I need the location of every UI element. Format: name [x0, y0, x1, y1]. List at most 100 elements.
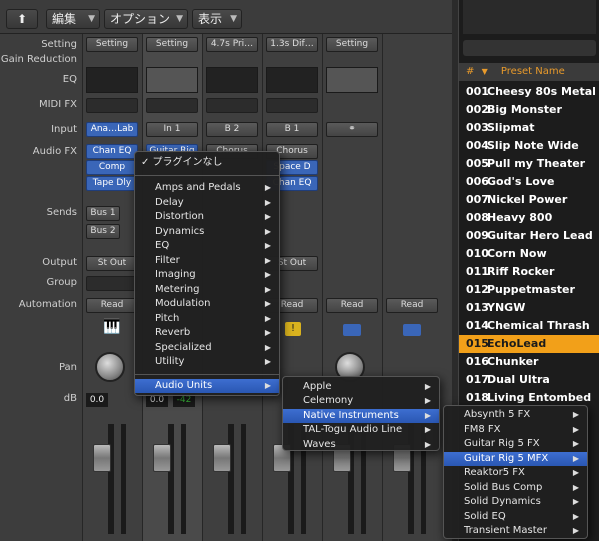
menu-item[interactable]: Pitch ▶: [135, 312, 279, 326]
menu-item[interactable]: Solid Dynamics ▶: [444, 495, 587, 509]
view-menu-label: 表示: [198, 12, 223, 26]
preset-name: Heavy 800: [487, 211, 553, 224]
options-menu-button[interactable]: オプション ▼: [104, 9, 188, 29]
edit-menu-button[interactable]: 編集 ▼: [46, 9, 100, 29]
preset-row[interactable]: 003Slipmat: [459, 119, 599, 137]
menu-item[interactable]: FM8 FX ▶: [444, 423, 587, 437]
send-slot[interactable]: Bus 1: [86, 206, 120, 221]
input-slot[interactable]: B 2: [206, 122, 258, 137]
preset-row[interactable]: 016Chunker: [459, 353, 599, 371]
eq-thumbnail[interactable]: [146, 67, 198, 93]
preset-row[interactable]: 004Slip Note Wide: [459, 137, 599, 155]
menu-item-label: Solid Bus Comp: [464, 481, 543, 493]
preset-row[interactable]: 011Riff Rocker: [459, 263, 599, 281]
preset-row[interactable]: 009Guitar Hero Lead: [459, 227, 599, 245]
menu-item[interactable]: Solid EQ ▶: [444, 510, 587, 524]
setting-button[interactable]: Setting: [326, 37, 378, 52]
menu-item[interactable]: Imaging ▶: [135, 268, 279, 282]
menu-item[interactable]: Transient Master ▶: [444, 524, 587, 538]
output-slot[interactable]: St Out: [86, 256, 138, 271]
preset-row[interactable]: 013YNGW: [459, 299, 599, 317]
preset-row[interactable]: 008Heavy 800: [459, 209, 599, 227]
menu-item[interactable]: Apple ▶: [283, 380, 439, 394]
preset-row[interactable]: 001Cheesy 80s Metal Lead: [459, 83, 599, 101]
preset-number: 009: [466, 229, 489, 242]
preset-row[interactable]: 002Big Monster: [459, 101, 599, 119]
audio-fx-slot[interactable]: Comp: [86, 160, 138, 175]
menu-item[interactable]: Guitar Rig 5 MFX ▶: [444, 451, 587, 466]
chevron-down-icon: ▼: [230, 14, 237, 24]
audio-fx-slot[interactable]: Chan EQ: [86, 144, 138, 159]
eq-thumbnail[interactable]: [86, 67, 138, 93]
preset-row[interactable]: 015EchoLead: [459, 335, 599, 353]
menu-item[interactable]: Native Instruments ▶: [283, 408, 439, 423]
channel-strip-5: Setting ⚭ Read: [322, 34, 382, 541]
menu-item[interactable]: Filter ▶: [135, 254, 279, 268]
menu-item-label: Solid EQ: [464, 510, 506, 522]
volume-fader[interactable]: [153, 444, 171, 472]
eq-thumbnail[interactable]: [266, 67, 318, 93]
menu-item-no-plugin[interactable]: ✓ プラグインなし: [135, 156, 279, 170]
menu-item-audio-units[interactable]: Audio Units ▶: [135, 379, 279, 393]
group-slot[interactable]: [86, 276, 138, 291]
setting-button[interactable]: Setting: [86, 37, 138, 52]
menu-item[interactable]: Metering ▶: [135, 283, 279, 297]
menu-item[interactable]: Specialized ▶: [135, 341, 279, 355]
menu-item[interactable]: Distortion ▶: [135, 210, 279, 224]
preset-row[interactable]: 006God's Love: [459, 173, 599, 191]
menu-item[interactable]: Dynamics ▶: [135, 225, 279, 239]
preset-row[interactable]: 014Chemical Thrash: [459, 317, 599, 335]
input-slot[interactable]: In 1: [146, 122, 198, 137]
menu-item[interactable]: Celemony ▶: [283, 394, 439, 408]
preset-row[interactable]: 010Corn Now: [459, 245, 599, 263]
volume-fader[interactable]: [93, 444, 111, 472]
preset-number: 001: [466, 85, 489, 98]
audio-fx-slot[interactable]: Tape Dly: [86, 176, 138, 191]
automation-button[interactable]: Read: [86, 298, 138, 313]
preset-number: 007: [466, 193, 489, 206]
menu-item[interactable]: Amps and Pedals ▶: [135, 181, 279, 195]
menu-item[interactable]: Delay ▶: [135, 196, 279, 210]
column-preset-name[interactable]: Preset Name: [501, 66, 565, 77]
midi-fx-slot[interactable]: [266, 98, 318, 113]
midi-fx-slot[interactable]: [146, 98, 198, 113]
volume-fader[interactable]: [213, 444, 231, 472]
menu-item[interactable]: Modulation ▶: [135, 297, 279, 311]
menu-item[interactable]: Guitar Rig 5 FX ▶: [444, 437, 587, 451]
setting-button[interactable]: 4.7s Pri…: [206, 37, 258, 52]
menu-item[interactable]: Reaktor5 FX ▶: [444, 466, 587, 480]
menu-item[interactable]: TAL-Togu Audio Line ▶: [283, 423, 439, 437]
menu-item[interactable]: Reverb ▶: [135, 326, 279, 340]
preset-row[interactable]: 005Pull my Theater: [459, 155, 599, 173]
eq-thumbnail[interactable]: [326, 67, 378, 93]
preset-number: 016: [466, 355, 489, 368]
menu-item[interactable]: Absynth 5 FX ▶: [444, 408, 587, 422]
pan-knob[interactable]: [95, 352, 125, 382]
up-arrow-button[interactable]: ⬆: [6, 9, 38, 29]
automation-button[interactable]: Read: [326, 298, 378, 313]
preset-row[interactable]: 007Nickel Power: [459, 191, 599, 209]
input-slot[interactable]: B 1: [266, 122, 318, 137]
input-slot[interactable]: ⚭: [326, 122, 378, 137]
menu-item[interactable]: Utility ▶: [135, 355, 279, 369]
midi-fx-slot[interactable]: [86, 98, 138, 113]
menu-item-label: Apple: [303, 381, 332, 392]
send-slot[interactable]: Bus 2: [86, 224, 120, 239]
menu-item[interactable]: EQ ▶: [135, 239, 279, 253]
input-slot[interactable]: Ana…Lab: [86, 122, 138, 137]
view-menu-button[interactable]: 表示 ▼: [192, 9, 242, 29]
eq-thumbnail[interactable]: [206, 67, 258, 93]
menu-item[interactable]: Waves ▶: [283, 438, 439, 452]
aux-icon: !: [285, 322, 301, 336]
preset-name: EchoLead: [487, 337, 547, 350]
setting-button[interactable]: Setting: [146, 37, 198, 52]
menu-item[interactable]: Solid Bus Comp ▶: [444, 481, 587, 495]
automation-button[interactable]: Read: [386, 298, 438, 313]
submenu-arrow-icon: ▶: [424, 439, 431, 449]
preset-row[interactable]: 012Puppetmaster: [459, 281, 599, 299]
midi-fx-slot[interactable]: [206, 98, 258, 113]
setting-button[interactable]: 1.3s Dif…: [266, 37, 318, 52]
browser-search-field[interactable]: [463, 40, 596, 56]
column-number[interactable]: #: [459, 66, 474, 77]
preset-row[interactable]: 017Dual Ultra: [459, 371, 599, 389]
